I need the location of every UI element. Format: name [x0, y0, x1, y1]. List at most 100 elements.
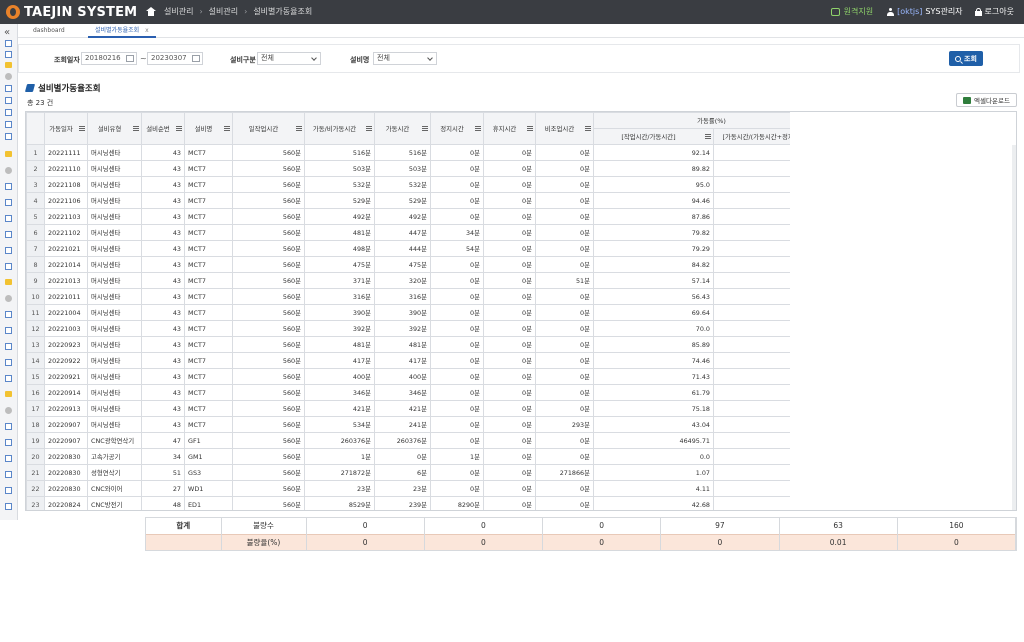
breadcrumb-item[interactable]: 설비관리	[209, 6, 238, 17]
table-row[interactable]: 9 20221013 머시닝센타 43 MCT7 560분 371분 320분 0분 0분 51분 5…	[26, 272, 831, 289]
table-row[interactable]: 11 20221004 머시닝센타 43 MCT7 560분 390분 390분 0분 0분 0분 6…	[26, 304, 831, 321]
user-info[interactable]: [oktjs] SYS관리자	[887, 6, 963, 17]
menu-item-icon[interactable]	[5, 439, 12, 446]
table-row[interactable]: 6 20221102 머시닝센타 43 MCT7 560분 481분 447분 34분 0분 0분 7…	[26, 224, 831, 241]
vertical-scrollbar[interactable]	[1012, 145, 1016, 510]
column-menu-icon[interactable]	[705, 133, 711, 139]
breadcrumb-item[interactable]: 설비관리	[164, 6, 193, 17]
data-grid[interactable]: 가동일자 설비유형 설비순번 설비명 일작업시간 가동/비가동시간 가동시간 정…	[25, 111, 1017, 511]
search-button[interactable]: 조회	[949, 51, 983, 66]
folder-icon[interactable]	[5, 391, 12, 397]
table-row[interactable]: 15 20220921 머시닝센타 43 MCT7 560분 400분 400분 0분 0분 0분 7…	[26, 368, 831, 385]
table-cell: 머시닝센타	[87, 320, 142, 337]
menu-item-icon[interactable]	[5, 327, 12, 334]
folder-icon[interactable]	[5, 279, 12, 285]
home-icon[interactable]	[146, 7, 156, 16]
bullet-icon[interactable]	[5, 295, 12, 302]
date-from-field[interactable]: 20180216	[81, 52, 137, 65]
table-row[interactable]: 13 20220923 머시닝센타 43 MCT7 560분 481분 481분 0분 0분 0분 8…	[26, 336, 831, 353]
calendar-icon[interactable]	[126, 55, 134, 62]
menu-item-icon[interactable]	[5, 311, 12, 318]
calendar-icon[interactable]	[192, 55, 200, 62]
logo[interactable]: TAEJIN SYSTEM	[6, 3, 137, 21]
table-row[interactable]: 16 20220914 머시닝센타 43 MCT7 560분 346분 346분 0분 0분 0분 6…	[26, 384, 831, 401]
column-menu-icon[interactable]	[133, 125, 139, 131]
column-header[interactable]: 설비명	[184, 112, 233, 145]
menu-item-icon[interactable]	[5, 85, 12, 92]
menu-item-icon[interactable]	[5, 215, 12, 222]
column-menu-icon[interactable]	[527, 125, 533, 131]
menu-item-icon[interactable]	[5, 183, 12, 190]
menu-item-icon[interactable]	[5, 503, 12, 510]
table-row[interactable]: 19 20220907 CNC광학연삭기 47 GF1 560분 260376분 260376…	[26, 432, 831, 449]
table-row[interactable]: 2020220830고속가공기34GM1560분1분0분1분0분0분0.00.0	[26, 448, 831, 465]
table-row[interactable]: 3 20221108 머시닝센타 43 MCT7 560분 532분 532분 0분 0분 0분 95…	[26, 176, 831, 193]
bullet-icon[interactable]	[5, 73, 12, 80]
table-row[interactable]: 18 20220907 머시닝센타 43 MCT7 560분 534분 241분 0분 0분 293…	[26, 416, 831, 433]
column-header[interactable]: 설비순번	[141, 112, 185, 145]
menu-item-icon[interactable]	[5, 455, 12, 462]
column-header[interactable]: 가동시간	[374, 112, 431, 145]
menu-item-icon[interactable]	[5, 231, 12, 238]
table-row[interactable]: 5 20221103 머시닝센타 43 MCT7 560분 492분 492분 0분 0분 0분 87…	[26, 208, 831, 225]
column-menu-icon[interactable]	[296, 125, 302, 131]
table-row[interactable]: 2 20221110 머시닝센타 43 MCT7 560분 503분 503분 0분 0분 0분 89…	[26, 160, 831, 177]
column-menu-icon[interactable]	[176, 125, 182, 131]
column-header[interactable]: 가동/비가동시간	[304, 112, 375, 145]
remote-support-link[interactable]: 원격지원	[830, 6, 873, 17]
menu-item-icon[interactable]	[5, 97, 12, 104]
table-row[interactable]: 23 20220824 CNC방전기 48 ED1 560분 8529분 239분 8290분 0…	[26, 496, 831, 510]
table-row[interactable]: 7 20221021 머시닝센타 43 MCT7 560분 498분 444분 54분 0분 0분 7…	[26, 240, 831, 257]
tab-dashboard[interactable]: dashboard	[26, 24, 72, 38]
menu-item-icon[interactable]	[5, 375, 12, 382]
column-header[interactable]: 정지시간	[430, 112, 484, 145]
menu-item-icon[interactable]	[5, 343, 12, 350]
column-menu-icon[interactable]	[475, 125, 481, 131]
column-menu-icon[interactable]	[79, 125, 85, 131]
menu-item-icon[interactable]	[5, 247, 12, 254]
equipment-name-select[interactable]: 전체	[373, 52, 437, 65]
column-header[interactable]: 비조업시간	[535, 112, 594, 145]
menu-item-icon[interactable]	[5, 359, 12, 366]
column-menu-icon[interactable]	[422, 125, 428, 131]
column-menu-icon[interactable]	[224, 125, 230, 131]
menu-item-icon[interactable]	[5, 487, 12, 494]
bullet-icon[interactable]	[5, 407, 12, 414]
menu-item-icon[interactable]	[5, 471, 12, 478]
table-row[interactable]: 17 20220913 머시닝센타 43 MCT7 560분 421분 421분 0분 0분 0분 7…	[26, 400, 831, 417]
collapse-sidebar-icon[interactable]: «	[4, 27, 10, 38]
logout-button[interactable]: 로그아웃	[974, 6, 1014, 17]
column-menu-icon[interactable]	[585, 125, 591, 131]
folder-icon[interactable]	[5, 151, 12, 157]
table-row[interactable]: 4 20221106 머시닝센타 43 MCT7 560분 529분 529분 0분 0분 0분 94…	[26, 192, 831, 209]
column-header[interactable]: 가동일자	[44, 112, 88, 145]
table-row[interactable]: 1 20221111 머시닝센타 43 MCT7 560분 516분 516분 0분 0분 0분 92…	[26, 144, 831, 161]
tab-equipment-utilization[interactable]: 설비별가동율조회 x	[88, 24, 156, 38]
table-row[interactable]: 8 20221014 머시닝센타 43 MCT7 560분 475분 475분 0분 0분 0분 84…	[26, 256, 831, 273]
menu-item-icon[interactable]	[5, 263, 12, 270]
menu-item-icon[interactable]	[5, 199, 12, 206]
table-row[interactable]: 22 20220830 CNC와이어 27 WD1 560분 23분 23분 0분 0분 0분 4.1…	[26, 480, 831, 497]
equipment-type-select[interactable]: 전체	[257, 52, 321, 65]
menu-item-icon[interactable]	[5, 133, 12, 140]
menu-item-icon[interactable]	[5, 109, 12, 116]
folder-icon[interactable]	[5, 62, 12, 68]
menu-item-icon[interactable]	[5, 423, 12, 430]
menu-item-icon[interactable]	[5, 40, 12, 47]
column-header[interactable]: 휴지시간	[483, 112, 536, 145]
column-header[interactable]: 설비유형	[87, 112, 142, 145]
column-header[interactable]: 일작업시간	[232, 112, 305, 145]
date-to-field[interactable]: 20230307	[147, 52, 203, 65]
menu-item-icon[interactable]	[5, 51, 12, 58]
table-row[interactable]: 10 20221011 머시닝센타 43 MCT7 560분 316분 316분 0분 0분 0분 5…	[26, 288, 831, 305]
table-cell: 머시닝센타	[87, 208, 142, 225]
bullet-icon[interactable]	[5, 167, 12, 174]
table-row[interactable]: 12 20221003 머시닝센타 43 MCT7 560분 392분 392분 0분 0분 0분 7…	[26, 320, 831, 337]
close-icon[interactable]: x	[145, 27, 149, 34]
excel-download-button[interactable]: 엑셀다운로드	[956, 93, 1017, 107]
column-menu-icon[interactable]	[366, 125, 372, 131]
column-header[interactable]: [작업시간/가동시간]	[593, 128, 714, 145]
table-row[interactable]: 14 20220922 머시닝센타 43 MCT7 560분 417분 417분 0분 0분 0분 7…	[26, 352, 831, 369]
menu-item-icon[interactable]	[5, 121, 12, 128]
table-row[interactable]: 21 20220830 성형연삭기 51 GS3 560분 271872분 6분 0분 0분 271…	[26, 464, 831, 481]
